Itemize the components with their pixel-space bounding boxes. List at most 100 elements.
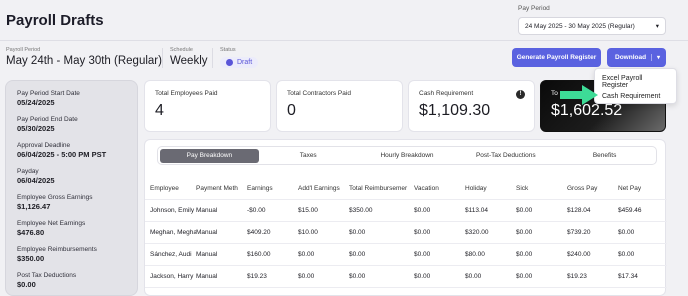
table-cell: $0.00 [516,251,533,258]
table-row[interactable]: Meghan, Megha Manual $409.20 $10.00 $0.0… [145,222,667,244]
sidebar-label: Pay Period Start Date [17,90,80,97]
column-header[interactable]: Add'l Earnings [298,185,349,192]
sidebar-value: $1,126.47 [17,202,51,211]
table-cell: $15.00 [298,207,318,214]
card-value: 4 [155,102,164,119]
table-cell: $0.00 [516,207,533,214]
table-cell: $350.00 [349,207,373,214]
table-cell: $0.00 [414,251,431,258]
table-cell: $160.00 [247,251,271,258]
sidebar-label: Approval Deadline [17,142,71,149]
table-cell: Manual [196,251,218,258]
table-cell: $128.04 [567,207,591,214]
sidebar-item: Pay Period End Date 05/30/2025 [17,116,137,133]
schedule-block: Schedule Weekly [170,47,208,67]
sidebar-value: 06/04/2025 - 5:00 PM PST [17,150,107,159]
table-cell: Meghan, Megha [150,229,196,236]
breakdown-panel: Pay Breakdown Taxes Hourly Breakdown Pos… [144,139,667,296]
table-cell: $409.20 [247,229,271,236]
column-header[interactable]: Holiday [465,185,516,192]
column-header[interactable]: Net Pay [618,185,667,192]
table-header-row: Employee Payment Meth Earnings Add'l Ear… [145,178,667,200]
status-value: Draft [237,59,253,66]
tab-benefits[interactable]: Benefits [555,149,654,163]
pay-period-picker: Pay Period 24 May 2025 - 30 May 2025 (Re… [518,5,666,35]
table-cell: $240.00 [567,251,591,258]
card-label: Cash Requirement [419,90,474,97]
sidebar-value: 05/30/2025 [17,124,55,133]
column-header[interactable]: Gross Pay [567,185,618,192]
sidebar-item: Pay Period Start Date 05/24/2025 [17,90,137,107]
sidebar-item: Employee Reimbursements $350.00 [17,246,137,263]
total-contractors-card: Total Contractors Paid 0 [276,80,403,132]
table-cell: Jackson, Harry [150,273,194,280]
pay-period-label: Pay Period [518,5,550,12]
download-button[interactable]: Download ▾ [607,48,666,67]
tab-taxes[interactable]: Taxes [259,149,358,163]
sidebar-label: Employee Gross Earnings [17,194,93,201]
table-cell: $0.00 [465,273,482,280]
sidebar-value: $0.00 [17,280,36,289]
table-cell: $113.04 [465,207,489,214]
table-cell: Manual [196,273,218,280]
download-menu: Excel Payroll Register Cash Requirement [594,68,677,104]
payroll-period-block: Payroll Period May 24th - May 30th (Regu… [6,47,162,67]
pointer-arrow-icon [560,85,598,105]
total-employees-card: Total Employees Paid 4 [144,80,271,132]
sidebar-value: 06/04/2025 [17,176,55,185]
table-cell: $19.23 [247,273,267,280]
table-row[interactable]: Jackson, Harry Manual $19.23 $0.00 $0.00… [145,266,667,288]
sidebar-item: Post Tax Deductions $0.00 [17,272,137,289]
chevron-down-icon: ▾ [655,23,659,30]
chevron-down-icon: ▾ [650,54,660,61]
generate-payroll-register-button[interactable]: Generate Payroll Register [512,48,601,67]
sidebar-value: $476.80 [17,228,45,237]
column-header[interactable]: Vacation [414,185,465,192]
status-badge: Draft [220,57,259,68]
table-cell: Sánchez, Audi [150,251,192,258]
table-cell: $0.00 [414,207,431,214]
column-header[interactable]: Sick [516,185,567,192]
tab-pay-breakdown[interactable]: Pay Breakdown [160,148,259,163]
payroll-period-value: May 24th - May 30th (Regular) [6,55,162,67]
sidebar-item: Approval Deadline 06/04/2025 - 5:00 PM PS… [17,142,137,159]
page-title: Payroll Drafts [6,12,104,29]
table-cell: $80.00 [465,251,485,258]
schedule-label: Schedule [170,47,193,53]
table-cell: $0.00 [298,251,315,258]
tab-hourly-breakdown[interactable]: Hourly Breakdown [358,149,457,163]
table-cell: Manual [196,229,218,236]
column-header[interactable]: Payment Meth [196,185,247,192]
pay-period-select[interactable]: 24 May 2025 - 30 May 2025 (Regular) ▾ [518,17,666,35]
card-value: $1,109.30 [419,102,491,119]
table-cell: $0.00 [516,273,533,280]
table-cell: $739.20 [567,229,591,236]
column-header[interactable]: Total Reimbursemer [349,185,414,192]
pay-breakdown-table: Employee Payment Meth Earnings Add'l Ear… [145,178,667,288]
sidebar-item: Employee Gross Earnings $1,126.47 [17,194,137,211]
menu-item-cash-requirement[interactable]: Cash Requirement [595,89,676,100]
table-cell: $19.23 [567,273,587,280]
table-row[interactable]: Johnson, Emily Manual -$0.00 $15.00 $350… [145,200,667,222]
cash-requirement-card: Cash Requirement $1,109.30 ! [408,80,535,132]
table-cell: -$0.00 [247,207,266,214]
card-label: Total Employees Paid [155,90,218,97]
table-row[interactable]: Sánchez, Audi Manual $160.00 $0.00 $0.00… [145,244,667,266]
payroll-summary-sidebar: Pay Period Start Date 05/24/2025 Pay Peri… [5,80,138,296]
info-icon[interactable]: ! [516,90,525,99]
meta-separator [212,48,213,68]
pay-period-value: 24 May 2025 - 30 May 2025 (Regular) [525,22,635,30]
header-divider [0,40,688,41]
table-cell: $0.00 [349,251,366,258]
menu-item-excel-payroll-register[interactable]: Excel Payroll Register [595,69,676,89]
column-header[interactable]: Earnings [247,185,298,192]
tab-post-tax-deductions[interactable]: Post-Tax Deductions [456,149,555,163]
status-dot-icon [226,59,233,66]
table-cell: $320.00 [465,229,489,236]
table-cell: $10.00 [298,229,318,236]
breakdown-tabs: Pay Breakdown Taxes Hourly Breakdown Pos… [157,146,657,165]
column-header[interactable]: Employee [145,185,196,192]
table-cell: Manual [196,207,218,214]
sidebar-label: Employee Reimbursements [17,246,97,253]
sidebar-label: Payday [17,168,39,175]
